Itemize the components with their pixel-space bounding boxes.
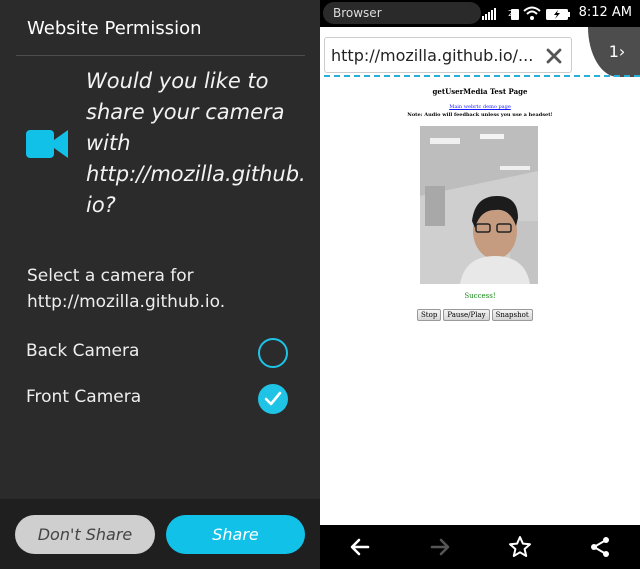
url-input[interactable]: http://mozilla.github.io/...	[324, 37, 572, 73]
tab-count: 1	[608, 42, 619, 61]
browser-navbar	[320, 525, 640, 569]
battery-icon	[546, 9, 570, 20]
app-name[interactable]: Browser	[323, 2, 481, 24]
pause-play-button[interactable]: Pause/Play	[443, 309, 490, 321]
radio-checked[interactable]	[258, 384, 288, 414]
option-label: Front Camera	[26, 387, 142, 407]
share-icon[interactable]	[588, 535, 612, 559]
chevron-right-icon: ›	[618, 42, 626, 61]
option-front-camera[interactable]: Front Camera	[0, 377, 320, 421]
checkmark-icon	[264, 391, 282, 406]
option-label: Back Camera	[26, 341, 140, 361]
signal-icon	[482, 8, 496, 20]
tabs-button[interactable]: 1›	[588, 27, 640, 77]
option-back-camera[interactable]: Back Camera	[0, 331, 320, 375]
wifi-icon	[523, 6, 541, 20]
dialog-title: Website Permission	[27, 18, 202, 39]
dialog-footer: Don't Share Share	[0, 499, 320, 569]
webpage-note: Note: Audio will feedback unless you use…	[407, 112, 553, 118]
camera-select-label: Select a camera for http://mozilla.githu…	[27, 266, 226, 312]
share-button[interactable]: Share	[166, 515, 305, 554]
stop-button[interactable]: Stop	[417, 309, 442, 321]
close-icon[interactable]	[544, 46, 564, 66]
url-bar: http://mozilla.github.io/... 1›	[320, 27, 640, 78]
webpage-button-row: Stop Pause/Play Snapshot	[417, 309, 533, 321]
dialog-header: Website Permission	[16, 0, 305, 56]
status-icons	[482, 6, 570, 20]
video-frame	[420, 126, 538, 284]
permission-question: Would you like to share your camera with…	[86, 69, 306, 217]
webpage-status: Success!	[464, 292, 496, 300]
star-icon[interactable]	[508, 535, 532, 559]
camera-video-preview	[420, 126, 538, 284]
snapshot-button[interactable]: Snapshot	[491, 309, 533, 321]
webpage-title: getUserMedia Test Page	[432, 87, 528, 96]
permission-dialog: Website Permission Would you like to sha…	[0, 0, 320, 569]
signal-label: 2	[508, 9, 514, 18]
video-camera-icon	[26, 130, 68, 158]
webpage-content: getUserMedia Test Page Main webrtc demo …	[320, 77, 640, 525]
back-arrow-icon[interactable]	[348, 535, 372, 559]
dont-share-button[interactable]: Don't Share	[15, 515, 155, 554]
webpage-link[interactable]: Main webrtc demo page	[320, 104, 640, 110]
clock: 8:12 AM	[578, 5, 632, 20]
forward-arrow-icon[interactable]	[428, 535, 452, 559]
browser-window: Browser 2 8:12 AM http://mozilla.github.…	[320, 0, 640, 569]
status-bar: Browser 2 8:12 AM	[320, 0, 640, 27]
radio-unchecked[interactable]	[258, 338, 288, 368]
